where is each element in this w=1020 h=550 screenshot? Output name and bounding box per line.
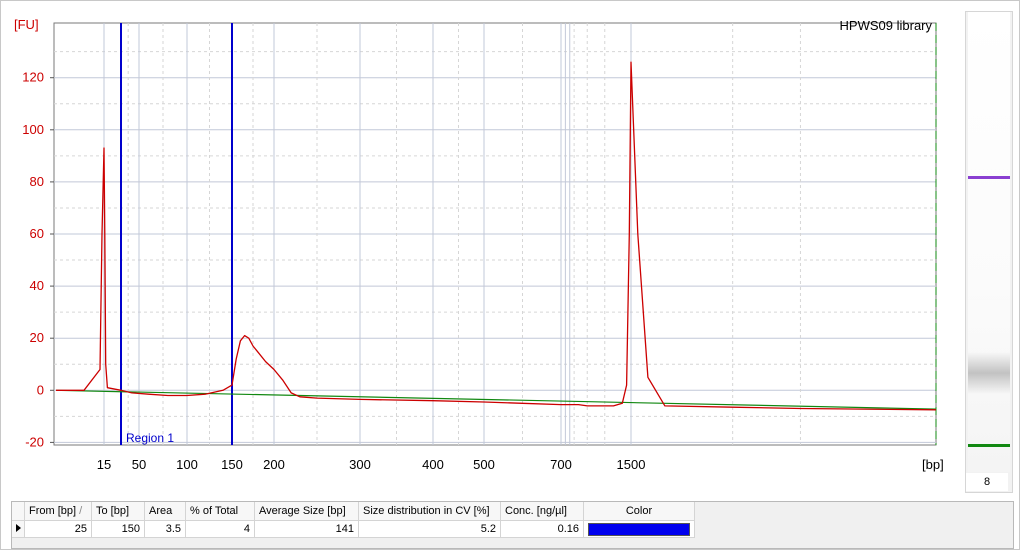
y-tick-label: 0 (37, 382, 44, 397)
sort-indicator-icon: / (79, 505, 83, 517)
upper-marker-band (968, 176, 1010, 179)
y-tick-label: 20 (30, 330, 44, 345)
cell-pct-total[interactable]: 4 (185, 520, 255, 538)
y-tick-label: 40 (30, 278, 44, 293)
col-header-avg-size[interactable]: Average Size [bp] (254, 502, 359, 521)
col-header-cv[interactable]: Size distribution in CV [%] (358, 502, 501, 521)
lane-number-label: 8 (966, 473, 1008, 491)
y-tick-label: 120 (22, 70, 44, 85)
cell-color[interactable] (583, 520, 695, 538)
gel-lane (968, 12, 1010, 472)
col-header-to[interactable]: To [bp] (91, 502, 145, 521)
col-header-color[interactable]: Color (583, 502, 695, 521)
col-header-from-label: From [bp] (29, 505, 77, 517)
current-row-arrow-icon (15, 524, 21, 532)
cell-conc[interactable]: 0.16 (500, 520, 584, 538)
sample-smear-band (968, 352, 1010, 394)
electropherogram-window: -20 0 20 40 60 80 100 120 15 50 100 150 200 300 400 500… (0, 0, 1020, 550)
plot-panel: -20 0 20 40 60 80 100 120 15 50 100 150 200 300 400 500… (1, 1, 958, 491)
region-label: Region 1 (126, 431, 174, 445)
x-tick-label: 150 (221, 457, 243, 472)
table-row[interactable]: 25 150 3.5 4 141 5.2 0.16 (12, 520, 695, 538)
cell-from[interactable]: 25 (24, 520, 92, 538)
x-tick-label: 1500 (617, 457, 646, 472)
region-color-swatch[interactable] (588, 522, 690, 536)
cell-area[interactable]: 3.5 (144, 520, 186, 538)
x-tick-label: 15 (97, 457, 111, 472)
col-header-from[interactable]: From [bp] / (24, 502, 92, 521)
row-selector[interactable] (12, 520, 25, 538)
x-tick-label: 50 (132, 457, 146, 472)
y-tick-label: -20 (25, 434, 44, 449)
y-tick-label: 60 (30, 226, 44, 241)
row-header-corner (12, 502, 25, 521)
x-tick-label: 200 (263, 457, 285, 472)
table-header-row: From [bp] / To [bp] Area % of Total Aver… (12, 502, 695, 521)
chart-title: HPWS09 library (840, 18, 933, 33)
electropherogram-chart[interactable]: -20 0 20 40 60 80 100 120 15 50 100 150 200 300 400 500… (1, 1, 958, 491)
region-table: From [bp] / To [bp] Area % of Total Aver… (12, 502, 695, 538)
gel-image-panel: 8 (965, 11, 1013, 493)
region-table-container: From [bp] / To [bp] Area % of Total Aver… (11, 501, 1014, 549)
x-tick-label: 700 (550, 457, 572, 472)
lower-marker-band (968, 444, 1010, 447)
y-tick-label: 80 (30, 174, 44, 189)
x-tick-label: 400 (422, 457, 444, 472)
y-tick-label: 100 (22, 122, 44, 137)
cell-avg-size[interactable]: 141 (254, 520, 359, 538)
cell-cv[interactable]: 5.2 (358, 520, 501, 538)
x-axis-label: [bp] (922, 457, 944, 472)
y-axis-label: [FU] (14, 17, 39, 32)
x-tick-label: 300 (349, 457, 371, 472)
x-tick-label: 100 (176, 457, 198, 472)
col-header-conc[interactable]: Conc. [ng/µl] (500, 502, 584, 521)
col-header-pct-total[interactable]: % of Total (185, 502, 255, 521)
cell-to[interactable]: 150 (91, 520, 145, 538)
x-tick-label: 500 (473, 457, 495, 472)
col-header-area[interactable]: Area (144, 502, 186, 521)
